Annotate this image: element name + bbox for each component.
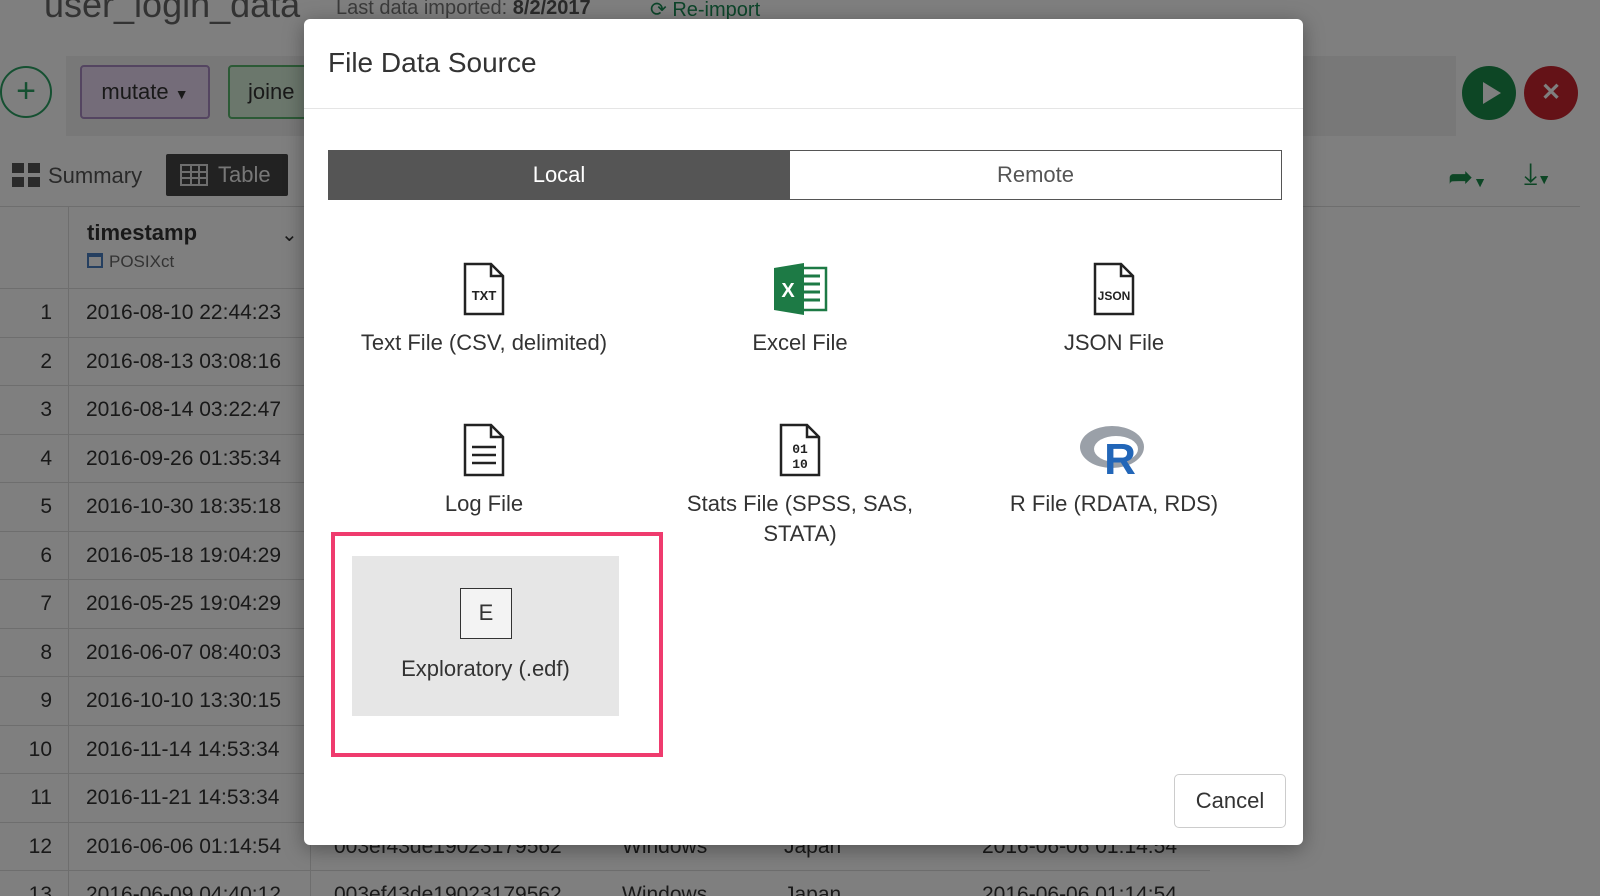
excel-file-icon: X [774,263,828,315]
cancel-button[interactable]: Cancel [1174,774,1286,828]
option-text-file-label: Text File (CSV, delimited) [360,330,608,355]
dialog-title: File Data Source [328,47,537,78]
svg-text:X: X [781,280,795,302]
option-excel-file[interactable]: X Excel File [650,262,950,358]
svg-text:01: 01 [792,442,808,457]
source-tabs: Local Remote [328,150,1282,200]
highlight-box [331,532,663,757]
r-logo-icon: R [1080,426,1144,477]
option-r-file[interactable]: R R File (RDATA, RDS) [964,423,1264,519]
option-json-file[interactable]: JSON JSON File [964,262,1264,358]
option-stats-file-label-2: STATA) [763,521,837,546]
option-log-file-label: Log File [444,491,524,516]
svg-text:R: R [1104,435,1136,477]
option-text-file[interactable]: TXT Text File (CSV, delimited) [334,262,634,358]
tab-local[interactable]: Local [329,151,789,199]
option-stats-file[interactable]: 01 10 Stats File (SPSS, SAS, STATA) [650,423,950,549]
option-json-file-label: JSON File [1063,330,1165,355]
log-file-icon [463,423,505,477]
json-file-icon: JSON [1093,262,1135,316]
dialog-divider [304,108,1303,109]
svg-text:TXT: TXT [472,288,497,303]
option-excel-file-label: Excel File [752,330,848,355]
svg-text:10: 10 [792,457,808,472]
option-r-file-label: R File (RDATA, RDS) [1009,491,1219,516]
tab-remote[interactable]: Remote [789,151,1281,199]
option-log-file[interactable]: Log File [334,423,634,519]
file-data-source-dialog: File Data Source Local Remote TXT Text F… [304,19,1303,845]
option-stats-file-label-1: Stats File (SPSS, SAS, [686,491,914,516]
txt-file-icon: TXT [463,262,505,316]
svg-text:JSON: JSON [1098,289,1131,303]
stats-file-icon: 01 10 [779,423,821,477]
